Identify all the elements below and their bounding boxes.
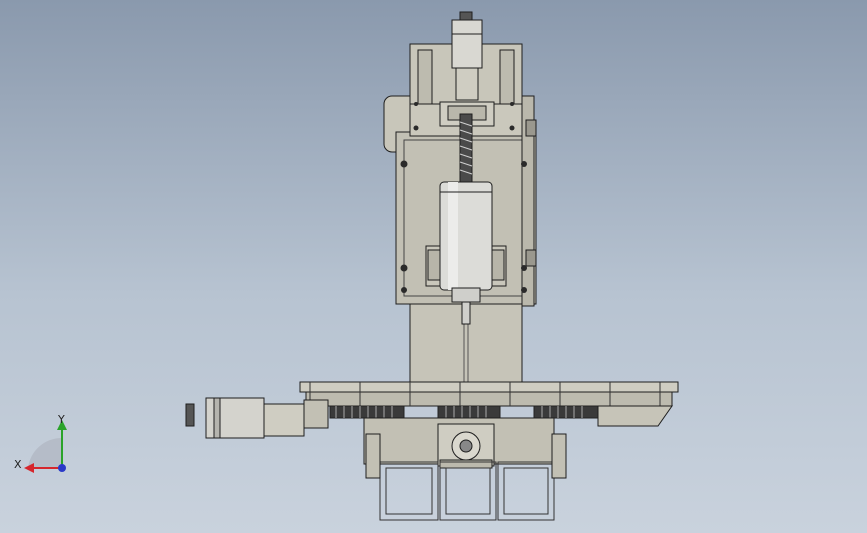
x-coupling	[263, 403, 305, 437]
triad-y-label: Y	[57, 413, 65, 426]
x-table-end-right	[597, 405, 673, 427]
spindle	[439, 181, 493, 291]
triad-z-origin	[58, 464, 66, 472]
z-coupling	[455, 67, 479, 101]
cad-viewport[interactable]: X Y	[0, 0, 867, 533]
base-frames	[379, 461, 555, 521]
spindle-tool	[461, 301, 471, 325]
coordinate-triad: X Y	[14, 413, 67, 473]
x-table	[299, 381, 679, 393]
cnc-machine-drawing: X Y	[14, 11, 679, 521]
triad-x-label: X	[14, 458, 22, 471]
z-motor-handwheel	[459, 11, 473, 21]
z-motor	[451, 19, 483, 69]
x-motor-handwheel	[185, 403, 195, 427]
